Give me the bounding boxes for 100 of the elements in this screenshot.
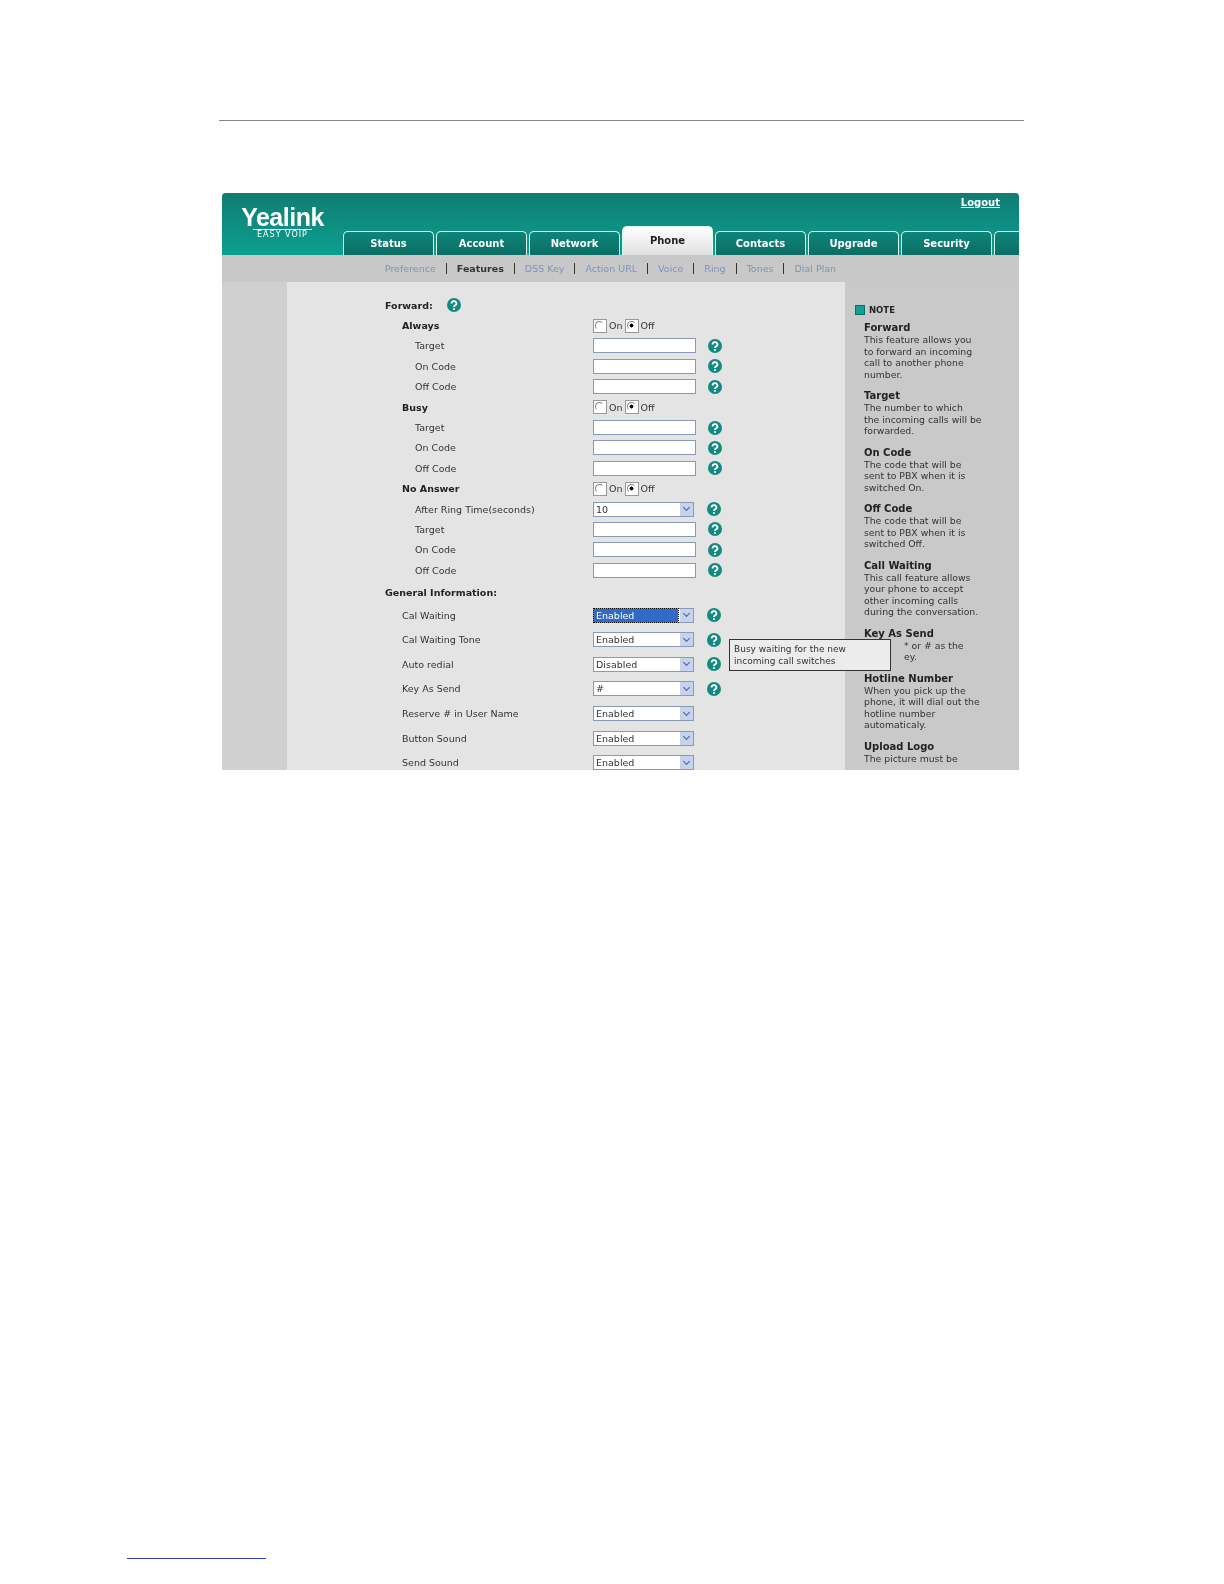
note-text: phone, it will dial out the (864, 696, 981, 708)
text-field[interactable] (593, 338, 696, 354)
help-icon[interactable] (707, 681, 721, 696)
dropdown[interactable]: Enabled (593, 607, 694, 623)
help-icon[interactable] (707, 657, 721, 672)
nav-tab[interactable]: Status (343, 231, 434, 255)
note-text: call to another phone (864, 357, 965, 369)
text-field[interactable] (593, 522, 696, 537)
note-text: forwarded. (864, 425, 916, 437)
field-label: On Code (415, 360, 457, 372)
text-field[interactable] (593, 562, 696, 578)
radio-button[interactable] (624, 400, 639, 415)
radio-label: Off (640, 401, 655, 413)
help-icon[interactable] (446, 298, 461, 313)
section-title: Forward: (385, 299, 433, 311)
note-text: switched On. (864, 481, 926, 493)
note-text: other incoming calls (864, 594, 960, 606)
note-text: the incoming calls will be (864, 413, 983, 425)
nav-tab[interactable]: Account (436, 231, 527, 255)
radio-button[interactable] (593, 400, 607, 415)
nav-tab[interactable]: Contacts (715, 231, 806, 255)
field-label: Send Sound (402, 757, 460, 769)
field-label: Target (415, 340, 446, 352)
help-icon[interactable] (707, 608, 721, 623)
radio-button[interactable] (624, 318, 639, 333)
help-icon[interactable] (708, 359, 722, 374)
help-icon[interactable] (708, 379, 722, 394)
nav-tab[interactable]: Upgrade (808, 231, 899, 255)
help-icon[interactable] (708, 542, 722, 557)
text-field[interactable] (593, 420, 696, 436)
note-heading: Upload Logo (864, 740, 936, 753)
help-icon[interactable] (708, 563, 722, 578)
logo-text: Yealink (241, 205, 324, 229)
field-label: Key As Send (402, 683, 462, 695)
text-field[interactable] (593, 358, 696, 374)
field-label: Target (415, 422, 446, 434)
dropdown[interactable]: Enabled (593, 706, 694, 722)
note-text: The code that will be (864, 515, 963, 527)
radio-button[interactable] (624, 481, 639, 496)
text-field[interactable] (593, 460, 696, 476)
logout-link[interactable]: Logout (960, 197, 1000, 219)
field-label: After Ring Time(seconds) (415, 503, 536, 515)
help-icon[interactable] (708, 420, 722, 435)
text-field[interactable] (593, 440, 696, 456)
note-text: switched Off. (864, 538, 926, 550)
field-label: On Code (415, 442, 457, 454)
dropdown[interactable]: Enabled (593, 632, 694, 648)
note-text: your phone to accept (864, 583, 965, 595)
text-field[interactable] (593, 379, 696, 395)
tooltip: Busy waiting for the new incoming call switches (729, 639, 891, 671)
dropdown[interactable]: Enabled (593, 730, 694, 746)
nav-tab[interactable]: Phone (622, 226, 713, 255)
note-text: The picture must be (864, 752, 959, 764)
field-label: Auto redial (402, 658, 455, 670)
help-icon[interactable] (708, 461, 722, 476)
field-label: Always (402, 320, 441, 332)
field-label: Target (415, 524, 446, 535)
field-label: No Answer (402, 483, 461, 495)
note-heading: Off Code (864, 503, 914, 515)
note-heading: On Code (864, 446, 913, 459)
note-text: * or # as the (903, 639, 965, 651)
nav-tab[interactable]: Security (901, 231, 992, 255)
note-heading: Hotline Number (864, 672, 955, 685)
field-label: On Code (415, 544, 457, 556)
note-text: The code that will be (864, 458, 963, 470)
field-label: Off Code (415, 462, 458, 474)
help-icon[interactable] (707, 632, 721, 647)
note-text: The number to which (864, 402, 964, 414)
field-label: Cal Waiting Tone (402, 634, 482, 646)
radio-label: Off (640, 483, 655, 495)
dropdown[interactable]: Disabled (593, 656, 694, 672)
nav-tab[interactable]: Network (529, 231, 620, 255)
note-title: NOTE (869, 305, 895, 315)
text-field[interactable] (593, 542, 696, 558)
radio-label: On (609, 483, 623, 495)
note-text: number. (864, 368, 904, 380)
note-heading: Forward (864, 322, 912, 334)
subnav-link[interactable]: Features (445, 263, 514, 274)
note-text: automaticaly. (864, 719, 928, 731)
dropdown[interactable]: # (593, 681, 694, 697)
help-icon[interactable] (708, 522, 722, 537)
dropdown[interactable]: Enabled (593, 755, 694, 770)
radio-button[interactable] (593, 318, 607, 333)
note-text: to forward an incoming (864, 345, 974, 357)
dropdown[interactable]: 10 (593, 501, 694, 517)
note-text: sent to PBX when it is (864, 470, 967, 482)
note-text: hotline number (864, 707, 937, 719)
field-label: Busy (402, 401, 429, 413)
radio-label: Off (640, 320, 655, 332)
help-icon[interactable] (707, 502, 721, 517)
help-icon[interactable] (708, 440, 722, 455)
field-label: Cal Waiting (402, 609, 457, 621)
radio-button[interactable] (593, 481, 607, 496)
nav-tab[interactable] (994, 231, 1019, 255)
help-icon[interactable] (708, 338, 722, 353)
note-heading: Call Waiting (864, 559, 933, 572)
radio-label: On (609, 401, 623, 413)
note-heading: Key As Send (864, 627, 935, 640)
note-text: ey. (903, 651, 918, 663)
field-label: Reserve # in User Name (402, 708, 520, 720)
